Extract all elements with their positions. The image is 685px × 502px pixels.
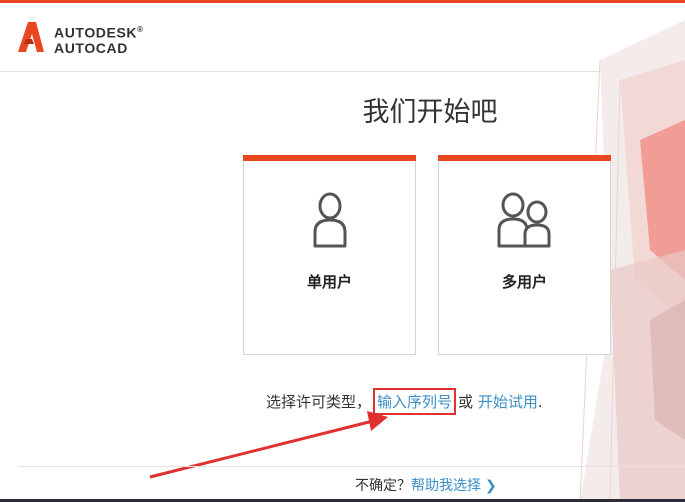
- or-text: 或: [458, 393, 474, 411]
- autodesk-autocad-wordmark: AUTODESK® AUTOCAD: [54, 22, 144, 56]
- single-user-icon: [313, 192, 346, 248]
- unsure-text: 不确定？: [355, 478, 411, 494]
- autodesk-logo-icon: [18, 22, 44, 52]
- chevron-right-icon[interactable]: ❯: [485, 478, 497, 494]
- card-accent-bar: [438, 155, 611, 161]
- multi-user-card[interactable]: 多用户: [438, 155, 611, 355]
- card-accent-bar: [243, 155, 416, 161]
- brand-line2: AUTOCAD: [54, 39, 128, 56]
- annotation-arrow: [149, 411, 388, 479]
- footer-divider: [18, 466, 685, 467]
- start-trial-link[interactable]: 开始试用: [478, 393, 538, 411]
- period-text: .: [537, 393, 543, 411]
- page-title: 我们开始吧: [362, 97, 498, 128]
- brand-trademark: ®: [137, 25, 144, 34]
- single-user-card[interactable]: 单用户: [243, 155, 416, 355]
- help-me-choose-link[interactable]: 帮助我选择: [411, 478, 481, 494]
- multi-user-icon: [497, 192, 550, 248]
- brand-line1: AUTODESK: [54, 24, 138, 41]
- multi-user-label: 多用户: [501, 273, 547, 291]
- single-user-label: 单用户: [306, 273, 352, 291]
- footer-help: 不确定？帮助我选择 ❯: [355, 475, 497, 495]
